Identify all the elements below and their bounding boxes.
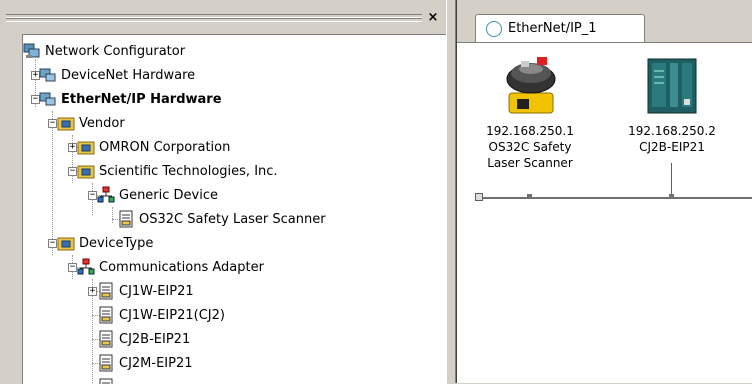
network-canvas[interactable]: 192.168.250.1 OS32C Safety Laser Scanner… xyxy=(457,43,752,383)
tree-item-devicenet-hardware[interactable]: DeviceNet Hardware xyxy=(39,65,195,85)
tree-item-communications-adapter[interactable]: Communications Adapter xyxy=(77,257,264,277)
device-icon xyxy=(97,282,115,300)
laser-scanner-icon xyxy=(506,57,556,114)
folder-icon xyxy=(77,138,95,156)
device-icon xyxy=(97,306,115,324)
collapse-generic-device-button[interactable]: − xyxy=(88,191,97,200)
device-icon xyxy=(97,330,115,348)
tree-item-label: Network Configurator xyxy=(45,43,186,59)
tree-item-network-configurator[interactable]: Network Configurator xyxy=(23,41,185,61)
bus-node-marker xyxy=(527,194,532,199)
collapse-vendor-button[interactable]: − xyxy=(48,119,57,128)
hardware-tree: + − − + − − − − + Network Configurator D… xyxy=(22,34,447,384)
folder-icon xyxy=(57,114,75,132)
device-icon xyxy=(97,354,115,372)
network-device-os32c[interactable]: 192.168.250.1 OS32C Safety Laser Scanner xyxy=(465,53,595,171)
collapse-scientific-button[interactable]: − xyxy=(68,167,77,176)
expand-omron-button[interactable]: + xyxy=(68,143,77,152)
tree-item-vendor[interactable]: Vendor xyxy=(57,113,125,133)
tree-item-cj1w-eip21[interactable]: CJ1W-EIP21 xyxy=(97,281,194,301)
bus-node-marker xyxy=(669,194,674,199)
expand-cj1w-eip21-button[interactable]: + xyxy=(88,287,97,296)
folder-icon xyxy=(57,234,75,252)
tree-item-label: OS32C Safety Laser Scanner xyxy=(139,211,326,227)
device-ip-label: 192.168.250.2 xyxy=(628,124,716,138)
pane-grip[interactable] xyxy=(6,18,422,22)
hardware-pane: × + − − + − − − − + Network Configurator… xyxy=(0,0,447,384)
network-tab-icon xyxy=(486,20,502,37)
tree-item-label: DeviceType xyxy=(79,235,154,251)
tree-item-label: EtherNet/IP Hardware xyxy=(61,91,222,107)
network-view-pane: EtherNet/IP_1 192.168.250.1 OS32C Safety… xyxy=(456,0,752,383)
device-icon xyxy=(117,210,135,228)
close-pane-button[interactable]: × xyxy=(427,11,439,24)
tab-strip: EtherNet/IP_1 xyxy=(457,0,752,43)
tree-item-cj2b-eip21[interactable]: CJ2B-EIP21 xyxy=(97,329,190,349)
pane-splitter[interactable] xyxy=(446,0,456,383)
hardware-icon xyxy=(39,66,57,84)
device-type-icon xyxy=(97,186,115,204)
tree-item-label: Communications Adapter xyxy=(99,259,264,275)
tree-item-label: DeviceNet Hardware xyxy=(61,67,196,83)
tree-item-label: Vendor xyxy=(79,115,125,131)
network-device-cj2b[interactable]: 192.168.250.2 CJ2B-EIP21 xyxy=(607,53,737,155)
tree-item-ethernetip-hardware[interactable]: EtherNet/IP Hardware xyxy=(39,89,222,109)
tree-item-label: CJ2M-EIP21 xyxy=(119,355,193,371)
tree-item-generic-device[interactable]: Generic Device xyxy=(97,185,218,205)
tree-item-label: OMRON Corporation xyxy=(99,139,231,155)
tree-item-label: CJ1W-EIP21 xyxy=(119,283,194,299)
tab-label: EtherNet/IP_1 xyxy=(508,21,597,36)
tree-item-scientific-technologies[interactable]: Scientific Technologies, Inc. xyxy=(77,161,278,181)
tree-item-omron-corporation[interactable]: OMRON Corporation xyxy=(77,137,230,157)
device-type-icon xyxy=(77,258,95,276)
device-name-label: OS32C Safety xyxy=(488,140,572,154)
tree-item-label: CJ2B-EIP21 xyxy=(119,331,191,347)
plc-device-icon xyxy=(647,58,697,114)
network-configurator-icon xyxy=(23,42,41,60)
collapse-comm-adapter-button[interactable]: − xyxy=(68,263,77,272)
device-ip-label: 192.168.250.1 xyxy=(486,124,574,138)
tree-item-cj2m-eip21[interactable]: CJ2M-EIP21 xyxy=(97,353,193,373)
tree-item-label: CJ1W-EIP21(CJ2) xyxy=(119,307,225,323)
pane-header: × xyxy=(0,0,446,30)
device-drop-line xyxy=(671,163,672,197)
collapse-devicetype-button[interactable]: − xyxy=(48,239,57,248)
bus-terminator-icon[interactable] xyxy=(475,193,483,201)
tree-item-label: Generic Device xyxy=(119,187,219,203)
tree-item-cj1w-eip21-cj2[interactable]: CJ1W-EIP21(CJ2) xyxy=(97,305,225,325)
folder-icon xyxy=(77,162,95,180)
device-icon xyxy=(97,378,115,384)
device-name-label: CJ2B-EIP21 xyxy=(639,140,705,154)
tree-item-os32c-safety-laser-scanner[interactable]: OS32C Safety Laser Scanner xyxy=(117,209,326,229)
device-name-label: Laser Scanner xyxy=(487,156,573,170)
tab-ethernetip-1[interactable]: EtherNet/IP_1 xyxy=(475,14,645,42)
hardware-icon xyxy=(39,90,57,108)
tree-item-devicetype[interactable]: DeviceType xyxy=(57,233,153,253)
network-bus-line xyxy=(479,197,752,199)
tree-item-label: Scientific Technologies, Inc. xyxy=(99,163,278,179)
